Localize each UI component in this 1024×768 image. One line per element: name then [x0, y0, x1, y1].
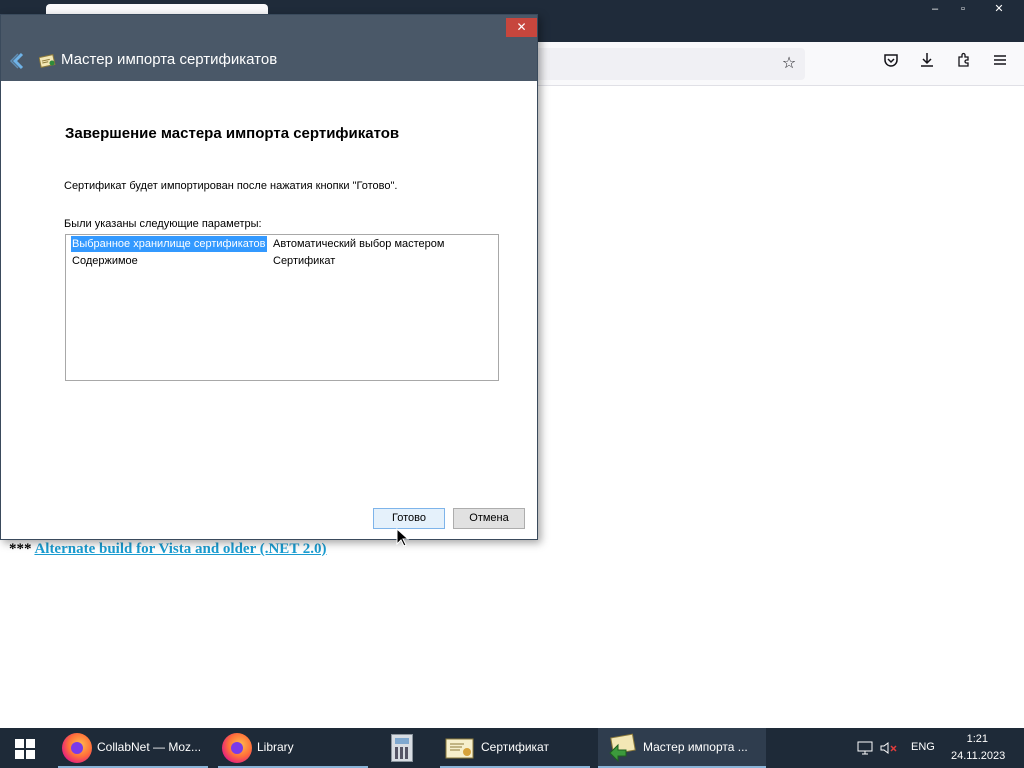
download-line: *** Alternate build for Vista and older …: [9, 541, 327, 558]
wizard-description: Сертификат будет импортирован после нажа…: [64, 180, 398, 192]
taskbar-label: CollabNet — Moz...: [97, 740, 202, 754]
param-name: Выбранное хранилище сертификатов: [71, 236, 267, 252]
menu-icon[interactable]: [989, 52, 1011, 74]
minimize-button[interactable]: –: [920, 0, 950, 18]
param-row-content[interactable]: Содержимое Сертификат: [66, 253, 498, 270]
link-prefix: ***: [9, 541, 32, 557]
wizard-close-button[interactable]: ✕: [506, 18, 537, 37]
params-label: Были указаны следующие параметры:: [64, 218, 262, 230]
start-button[interactable]: [15, 739, 35, 759]
alternate-build-link[interactable]: Alternate build for Vista and older (.NE…: [34, 541, 326, 557]
url-bar[interactable]: ☆: [530, 48, 805, 80]
network-icon[interactable]: [857, 741, 873, 755]
wizard-title: Мастер импорта сертификатов: [61, 51, 278, 68]
firefox-icon: [222, 733, 252, 763]
taskbar-item-library[interactable]: Library: [218, 728, 368, 768]
params-list[interactable]: Выбранное хранилище сертификатов Автомат…: [65, 234, 499, 381]
firefox-icon: [62, 733, 92, 763]
browser-close-button[interactable]: ✕: [984, 0, 1014, 18]
certificate-icon: [38, 52, 57, 68]
maximize-button[interactable]: ▫: [948, 0, 978, 18]
volume-muted-icon[interactable]: [880, 741, 898, 755]
wizard-heading: Завершение мастера импорта сертификатов: [65, 125, 400, 142]
cert-wizard-icon: [606, 733, 638, 763]
wizard-titlebar: ✕ Мастер импорта сертификатов: [1, 15, 537, 81]
certificate-icon: [445, 737, 475, 761]
clock-date[interactable]: 24.11.2023: [951, 750, 1005, 762]
pocket-icon[interactable]: [880, 52, 902, 74]
cancel-button[interactable]: Отмена: [453, 508, 525, 529]
taskbar-item-calculator[interactable]: [385, 728, 420, 768]
wizard-body: Завершение мастера импорта сертификатов …: [3, 81, 535, 539]
taskbar-label: Library: [257, 740, 294, 754]
downloads-icon[interactable]: [916, 52, 938, 74]
param-value: Сертификат: [273, 255, 336, 267]
extensions-icon[interactable]: [953, 52, 975, 74]
taskbar: CollabNet — Moz... Library Сертификат Ма…: [0, 728, 1024, 768]
param-value: Автоматический выбор мастером: [273, 238, 445, 250]
finish-button[interactable]: Готово: [373, 508, 445, 529]
back-arrow-icon[interactable]: [9, 51, 29, 71]
param-name: Содержимое: [72, 255, 138, 267]
bookmark-star-icon[interactable]: ☆: [778, 53, 800, 75]
calculator-icon: [391, 734, 413, 762]
taskbar-label: Мастер импорта ...: [643, 740, 748, 754]
taskbar-label: Сертификат: [481, 740, 549, 754]
taskbar-item-cert-wizard[interactable]: Мастер импорта ...: [598, 728, 766, 768]
certificate-import-wizard: ✕ Мастер импорта сертификатов Завершение…: [0, 14, 538, 540]
clock-time[interactable]: 1:21: [966, 733, 988, 745]
language-indicator[interactable]: ENG: [911, 741, 935, 753]
param-row-store[interactable]: Выбранное хранилище сертификатов Автомат…: [66, 236, 498, 253]
mouse-cursor-icon: [396, 527, 410, 548]
taskbar-item-certificate[interactable]: Сертификат: [440, 728, 590, 768]
taskbar-item-collabnet[interactable]: CollabNet — Moz...: [58, 728, 208, 768]
